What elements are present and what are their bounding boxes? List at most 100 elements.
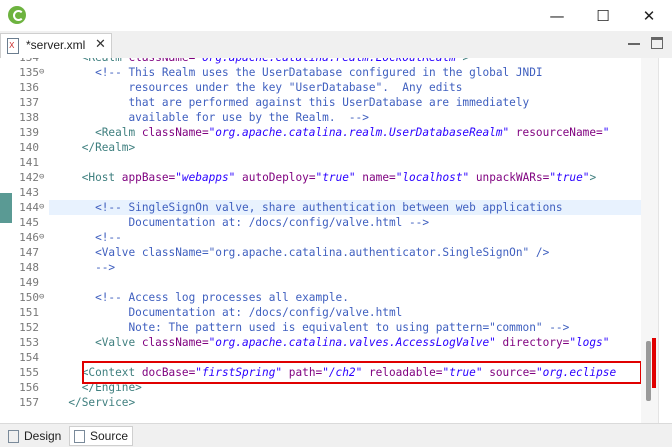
editor-tab-server-xml[interactable]: *server.xml ✕ bbox=[0, 33, 112, 58]
line-number: 142 bbox=[19, 171, 39, 184]
code-token: autoDeploy= bbox=[242, 171, 316, 184]
code-token: appBase= bbox=[121, 171, 176, 184]
tab-design[interactable]: Design bbox=[8, 426, 61, 446]
code-token: resourceName= bbox=[515, 126, 603, 139]
view-maximize-icon[interactable] bbox=[651, 37, 663, 49]
line-number: 135 bbox=[19, 66, 39, 79]
fold-toggle-icon[interactable]: ⊖ bbox=[39, 67, 44, 77]
code-line[interactable]: <Host appBase="webapps" autoDeploy= "true… bbox=[49, 170, 641, 185]
tab-source-label: Source bbox=[90, 429, 129, 443]
code-text: <!-- SingleSignOn valve, share authentic… bbox=[55, 200, 563, 215]
code-line[interactable]: Documentation at: /docs/config/valve.htm… bbox=[49, 305, 641, 320]
line-number: 157 bbox=[19, 396, 39, 409]
code-token: <Realm bbox=[55, 126, 142, 139]
code-text: Note: The pattern used is equivalent to … bbox=[55, 320, 569, 335]
code-text: resources under the key "UserDatabase". … bbox=[55, 80, 462, 95]
line-number: 149 bbox=[19, 276, 39, 289]
window-titlebar: — ☐ ✕ bbox=[0, 0, 672, 31]
code-line[interactable] bbox=[49, 185, 641, 200]
code-line[interactable]: <Valve className="org.apache.catalina.va… bbox=[49, 335, 641, 350]
window-close-button[interactable]: ✕ bbox=[626, 0, 672, 31]
line-number: 156 bbox=[19, 381, 39, 394]
code-line[interactable]: </Service> bbox=[49, 395, 641, 410]
code-text: <Realm className="org.apache.catalina.re… bbox=[55, 58, 469, 65]
code-token: resources under the key "UserDatabase". … bbox=[55, 81, 463, 94]
tab-source[interactable]: Source bbox=[69, 426, 134, 446]
code-line[interactable]: <Realm className="org.apache.catalina.re… bbox=[49, 125, 641, 140]
window-minimize-button[interactable]: — bbox=[534, 0, 580, 31]
code-line[interactable]: Note: The pattern used is equivalent to … bbox=[49, 320, 641, 335]
code-token: Note: The pattern used is equivalent to … bbox=[55, 321, 570, 334]
code-text: <Host appBase="webapps" autoDeploy= "true… bbox=[55, 170, 596, 185]
code-text: <!-- bbox=[55, 230, 122, 245]
code-token: Documentation at: /docs/config/valve.htm… bbox=[55, 306, 403, 319]
editor-tab-label: *server.xml bbox=[26, 38, 86, 52]
code-text: available for use by the Realm. --> bbox=[55, 110, 369, 125]
code-text: <!-- This Realm uses the UserDatabase co… bbox=[55, 65, 543, 80]
code-line[interactable]: <Realm className="org.apache.catalina.re… bbox=[49, 58, 641, 65]
code-token: "true" bbox=[549, 171, 590, 184]
code-line[interactable]: --> bbox=[49, 260, 641, 275]
line-number: 139 bbox=[19, 126, 39, 139]
view-minimize-icon[interactable] bbox=[628, 39, 640, 45]
fold-toggle-icon[interactable]: ⊖ bbox=[39, 292, 44, 302]
code-token: <!-- This Realm uses the UserDatabase co… bbox=[55, 66, 543, 79]
code-line[interactable]: <!-- Access log processes all example. bbox=[49, 290, 641, 305]
line-number: 143 bbox=[19, 186, 39, 199]
code-token: "org.apache.catalina.realm.LockOutRealm" bbox=[195, 58, 462, 64]
scroll-highlight-mark bbox=[652, 338, 656, 388]
code-token: "org.apache.catalina.valves.AccessLogVal… bbox=[208, 336, 496, 349]
code-text: </Service> bbox=[55, 395, 135, 410]
code-text: <Valve className="org.apache.catalina.va… bbox=[55, 335, 609, 350]
line-number: 151 bbox=[19, 306, 39, 319]
code-token: available for use by the Realm. --> bbox=[55, 111, 369, 124]
code-text: Documentation at: /docs/config/valve.htm… bbox=[55, 215, 429, 230]
code-text: <!-- Access log processes all example. bbox=[55, 290, 349, 305]
code-token: "webapps" bbox=[175, 171, 236, 184]
fold-toggle-icon[interactable]: ⊖ bbox=[39, 232, 44, 242]
fold-toggle-icon[interactable]: ⊖ bbox=[39, 202, 44, 212]
code-line[interactable] bbox=[49, 275, 641, 290]
source-editor[interactable]: <Realm className="org.apache.catalina.re… bbox=[0, 58, 672, 423]
overview-ruler bbox=[658, 58, 672, 423]
code-line[interactable]: <!-- SingleSignOn valve, share authentic… bbox=[49, 200, 641, 215]
line-number: 146 bbox=[19, 231, 39, 244]
line-number: 137 bbox=[19, 96, 39, 109]
code-token: name= bbox=[362, 171, 396, 184]
code-line[interactable]: Documentation at: /docs/config/valve.htm… bbox=[49, 215, 641, 230]
code-token: </Realm> bbox=[55, 141, 136, 154]
code-token: > bbox=[589, 171, 597, 184]
scrollbar-thumb[interactable] bbox=[646, 341, 651, 401]
code-line[interactable]: that are performed against this UserData… bbox=[49, 95, 641, 110]
line-number: 150 bbox=[19, 291, 39, 304]
line-number: 140 bbox=[19, 141, 39, 154]
code-token: <Realm bbox=[55, 58, 128, 64]
code-token: <Valve bbox=[55, 336, 142, 349]
editor-tabbar: *server.xml ✕ bbox=[0, 31, 672, 58]
line-number: 155 bbox=[19, 366, 39, 379]
code-text: --> bbox=[55, 260, 115, 275]
window-maximize-button[interactable]: ☐ bbox=[580, 0, 626, 31]
code-line[interactable]: available for use by the Realm. --> bbox=[49, 110, 641, 125]
code-token: <Valve className="org.apache.catalina.au… bbox=[55, 246, 550, 259]
code-line[interactable] bbox=[49, 155, 641, 170]
source-file-icon bbox=[74, 429, 85, 443]
code-token: <!-- bbox=[55, 231, 122, 244]
code-token: className= bbox=[128, 58, 195, 64]
code-token: <Host bbox=[55, 171, 122, 184]
tab-close-icon[interactable]: ✕ bbox=[95, 37, 106, 52]
code-line[interactable]: </Realm> bbox=[49, 140, 641, 155]
code-token: <!-- Access log processes all example. bbox=[55, 291, 349, 304]
line-number: 154 bbox=[19, 351, 39, 364]
code-line[interactable]: <!-- bbox=[49, 230, 641, 245]
line-number: 136 bbox=[19, 81, 39, 94]
code-token: " bbox=[602, 126, 610, 139]
code-line[interactable]: <!-- This Realm uses the UserDatabase co… bbox=[49, 65, 641, 80]
code-line[interactable]: <Valve className="org.apache.catalina.au… bbox=[49, 245, 641, 260]
code-line[interactable]: resources under the key "UserDatabase". … bbox=[49, 80, 641, 95]
spring-leaf-icon bbox=[8, 6, 26, 24]
change-marker bbox=[0, 193, 12, 223]
fold-toggle-icon[interactable]: ⊖ bbox=[39, 172, 44, 182]
